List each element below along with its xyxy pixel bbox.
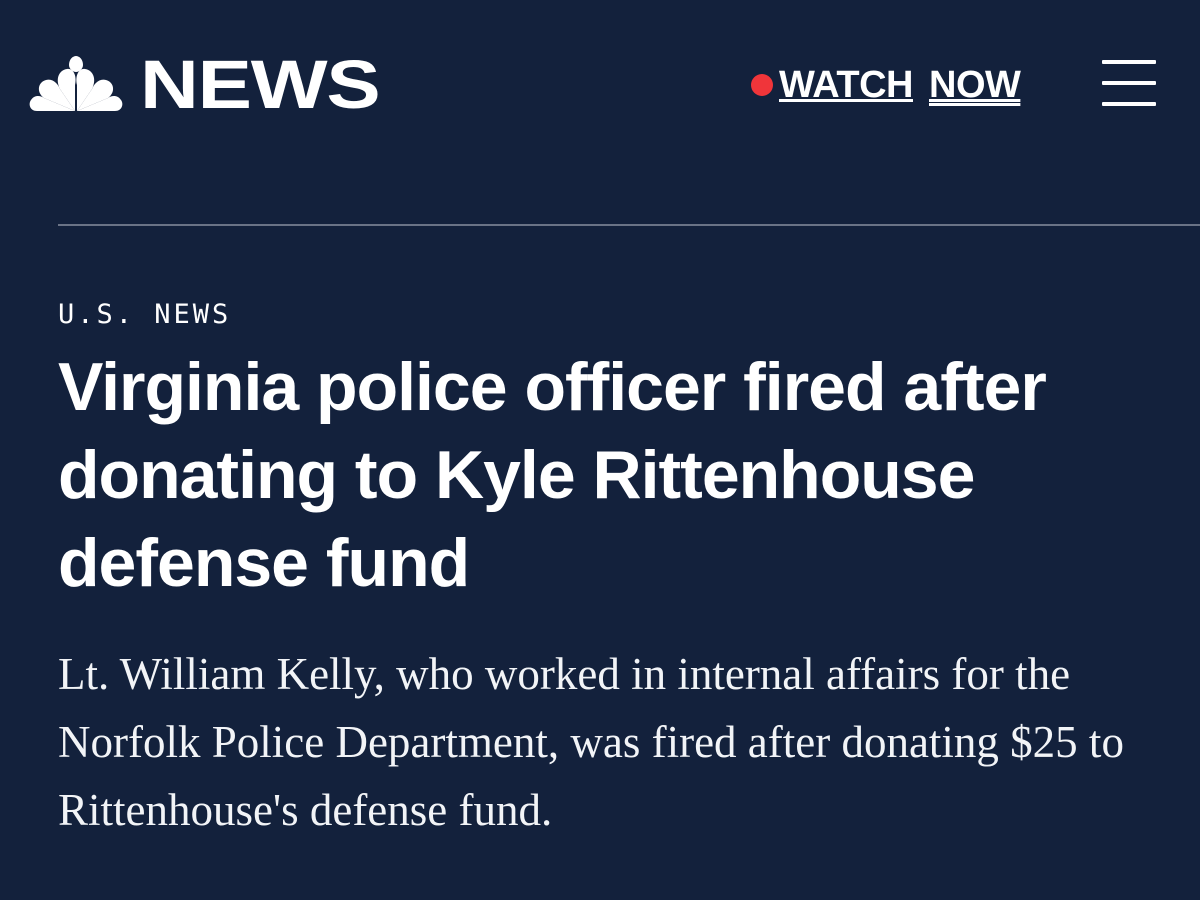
nbc-news-logo-link[interactable]: NEWS	[28, 50, 381, 119]
peacock-logo-icon	[29, 55, 123, 111]
page: NEWS WATCH NOW U.S. NEWS Virginia police…	[0, 0, 1200, 900]
watch-now-link[interactable]: WATCH NOW	[751, 60, 1021, 110]
hamburger-menu-icon[interactable]	[1102, 60, 1156, 108]
menu-line	[1102, 81, 1156, 85]
section-label[interactable]: U.S. NEWS	[58, 298, 231, 332]
article-headline: Virginia police officer fired after dona…	[58, 349, 1047, 601]
now-label: NOW	[929, 64, 1021, 106]
article-dek: Lt. William Kelly, who worked in interna…	[58, 649, 1124, 835]
watch-label: WATCH	[779, 64, 914, 106]
live-dot-icon	[751, 74, 773, 96]
menu-line	[1102, 102, 1156, 106]
news-logo-text: NEWS	[140, 46, 381, 123]
menu-line	[1102, 60, 1156, 64]
site-header: NEWS WATCH NOW	[0, 0, 1200, 170]
header-divider	[58, 224, 1200, 226]
